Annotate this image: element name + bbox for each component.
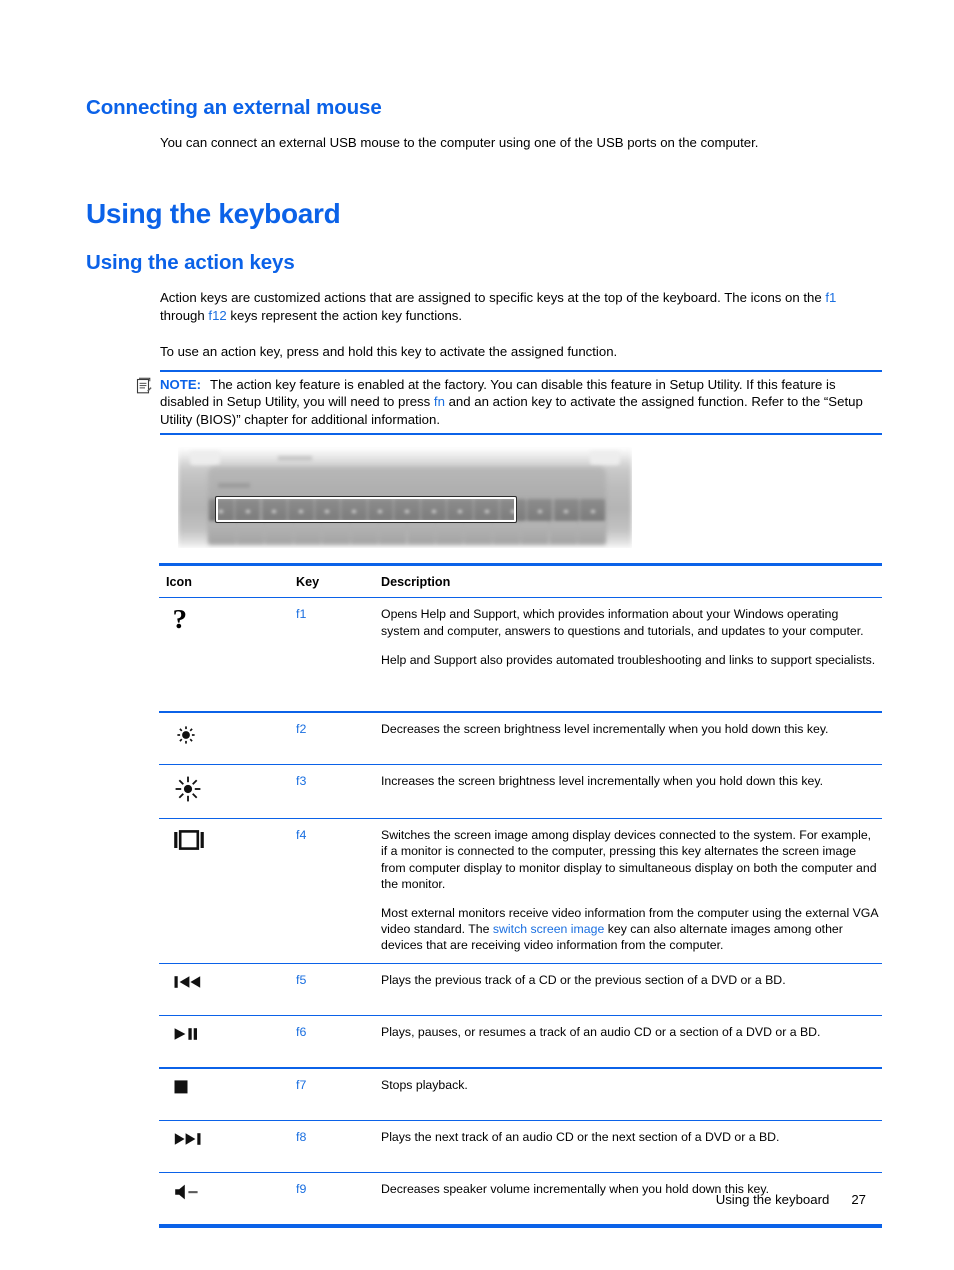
paragraph-external-mouse: You can connect an external USB mouse to… [160,135,759,150]
description-paragraph: Opens Help and Support, which provides i… [381,607,864,638]
action-keys-text-part-1: Action keys are customized actions that … [160,290,826,305]
heading-using-the-action-keys: Using the action keys [86,251,295,274]
table-row: f5 Plays the previous track of a CD or t… [159,964,882,1015]
keyboard-photo-figure [178,447,632,548]
description-paragraph: Plays, pauses, or resumes a track of an … [381,1025,821,1040]
brightness-increase-icon [166,773,296,809]
description-paragraph: Plays the previous track of a CD or the … [381,972,786,987]
key-description: Plays the next track of an audio CD or t… [381,1129,882,1145]
brightness-decrease-icon [166,721,296,753]
description-paragraph: Switches the screen image among display … [381,828,877,891]
heading-connecting-external-mouse: Connecting an external mouse [86,96,382,119]
key-description: Switches the screen image among display … [381,827,882,953]
key-description: Decreases the screen brightness level in… [381,721,882,737]
footer-page-number: 27 [851,1192,866,1207]
description-paragraph: Plays the next track of an audio CD or t… [381,1129,780,1144]
action-keys-text-part-3: keys represent the action key functions. [226,307,463,323]
note-text: NOTE: The action key feature is enabled a… [160,372,882,434]
key-description: Increases the screen brightness level in… [381,773,882,789]
photo-hinge-left [190,451,220,465]
table-row: f6 Plays, pauses, or resumes a track of … [159,1016,882,1067]
key-description: Plays, pauses, or resumes a track of an … [381,1024,882,1040]
table-bottom-rule [159,1224,882,1229]
play-pause-icon [166,1024,296,1048]
stop-icon [166,1077,296,1101]
photo-highlight-callout-box [215,496,517,523]
key-label: f4 [296,828,307,843]
page-footer: Using the keyboard 27 [716,1192,866,1207]
column-header-key: Key [296,575,320,589]
key-label: f5 [296,972,307,987]
key-description: Opens Help and Support, which provides i… [381,606,882,668]
table-row: f7 Stops playback. [159,1069,882,1120]
key-description: Plays the previous track of a CD or the … [381,972,882,988]
table-row: f3 Increases the screen brightness level… [159,765,882,818]
description-paragraph-2: Most external monitors receive video inf… [381,905,878,954]
key-label: f9 [296,1182,307,1197]
next-track-icon [166,1129,296,1153]
table-row: f4 Switches the screen image among displ… [159,819,882,962]
description-paragraph: Decreases the screen brightness level in… [381,721,829,736]
key-label: f6 [296,1025,307,1040]
key-ref-f12: f12 [208,307,227,323]
action-keys-text-part-2: through [160,307,209,323]
photo-top-label-strip [278,456,312,461]
footer-chapter-title: Using the keyboard [715,1192,830,1207]
note-bottom-rule [160,433,882,435]
note-label: NOTE: [160,376,202,392]
table-row: f8 Plays the next track of an audio CD o… [159,1121,882,1172]
switch-screen-image-icon [166,827,296,857]
table-row: ? f1 Opens Help and Support, which provi… [159,598,882,711]
column-header-icon: Icon [166,575,192,589]
table-header-row: Icon Key Description [159,566,882,597]
key-label: f8 [296,1129,307,1144]
key-label: f7 [296,1077,307,1092]
note-callout: NOTE: The action key feature is enabled a… [160,370,882,435]
key-description: Stops playback. [381,1077,882,1093]
paragraph-use-action-key: To use an action key, press and hold thi… [160,344,618,359]
key-label: f2 [296,721,307,736]
description-paragraph: Increases the screen brightness level in… [381,773,824,788]
note-clipboard-icon [136,377,152,394]
photo-esc-label-strip [218,483,250,488]
description-paragraph: Help and Support also provides automated… [381,652,876,667]
description-paragraph: Stops playback. [381,1077,468,1092]
photo-hinge-right [590,451,620,465]
paragraph-action-keys-intro: Action keys are customized actions that … [160,289,882,324]
column-header-description: Description [381,575,451,589]
link-switch-screen-image[interactable]: switch screen image [493,922,604,936]
key-label: f1 [296,607,307,622]
key-label: f3 [296,773,307,788]
key-ref-fn: fn [433,394,445,410]
volume-down-icon [166,1181,296,1207]
table-row: f2 Decreases the screen brightness level… [159,713,882,764]
heading-using-the-keyboard: Using the keyboard [86,198,341,229]
action-keys-table: Icon Key Description ? f1 Opens Help and… [159,563,882,1229]
previous-track-icon [166,972,296,996]
document-page: Connecting an external mouse You can con… [0,0,954,1270]
key-ref-f1: f1 [825,290,837,305]
photo-number-key-row [208,523,606,543]
help-question-mark-icon: ? [172,604,188,635]
